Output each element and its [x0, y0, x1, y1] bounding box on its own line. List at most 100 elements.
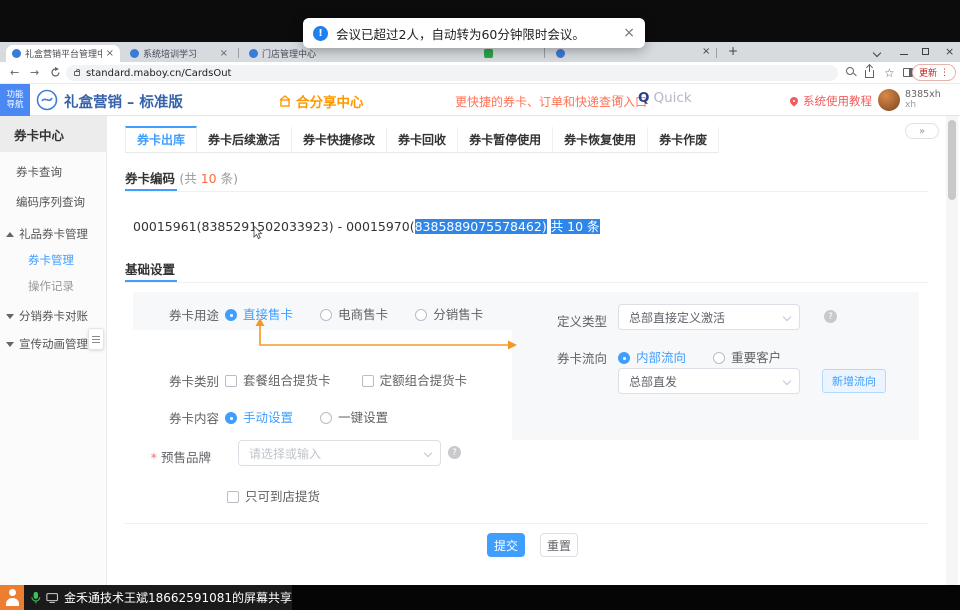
tab-card-outbound[interactable]: 券卡出库: [125, 126, 197, 152]
meeting-toast: 会议已超过2人，自动转为60分钟限时会议。 ×: [303, 18, 645, 48]
lock-icon: [74, 71, 80, 76]
sidebar-collapse-handle[interactable]: [88, 328, 104, 350]
define-type-label: 定义类型: [521, 311, 607, 330]
required-asterisk: *: [151, 450, 157, 465]
tutorial-link[interactable]: 系统使用教程: [790, 93, 872, 109]
sidebar-item-code-sequence-query[interactable]: 编码序列查询: [0, 188, 107, 216]
person-icon[interactable]: [0, 585, 24, 610]
forward-icon[interactable]: →: [30, 66, 39, 79]
window-close-icon[interactable]: ×: [945, 45, 954, 58]
maximize-icon[interactable]: [922, 48, 929, 55]
url-text: standard.maboy.cn/CardsOut: [86, 68, 231, 79]
share-status-strip: 金禾通技术王斌18662591081的屏幕共享: [24, 585, 292, 610]
card-codes-section-title: 券卡编码 (共 10 条): [125, 168, 238, 187]
screen-share-icon: [46, 592, 58, 604]
checkbox-combo-pickup-card[interactable]: [225, 375, 237, 387]
tab-close-icon[interactable]: ×: [106, 49, 114, 59]
menu-icon: [92, 336, 100, 337]
more-menu-icon: ⋮: [940, 68, 949, 78]
collapse-arrow-icon: [6, 314, 14, 319]
tab-separator: [544, 48, 545, 58]
radio-internal-flow[interactable]: [618, 352, 630, 364]
browser-tab-training[interactable]: 系统培训学习 ×: [124, 45, 234, 62]
browser-update-button[interactable]: 更新 ⋮: [912, 64, 956, 81]
scrollbar-thumb[interactable]: [948, 120, 956, 200]
sidebar-group-distribution-reconciliation[interactable]: 分销券卡对账: [0, 302, 107, 330]
tab-card-restore[interactable]: 券卡恢复使用: [553, 126, 648, 152]
card-flow-label: 券卡流向: [521, 348, 607, 367]
tab-separator: [716, 48, 717, 58]
checkbox-store-pickup-only[interactable]: [227, 491, 239, 503]
tab-card-suspend[interactable]: 券卡暂停使用: [458, 126, 553, 152]
sidebar-item-card-query[interactable]: 券卡查询: [0, 158, 107, 186]
sidebar-item-card-management[interactable]: 券卡管理: [0, 246, 107, 274]
tab-close-icon[interactable]: ×: [220, 49, 228, 59]
screen-share-bar: 金禾通技术王斌18662591081的屏幕共享: [0, 585, 960, 610]
card-code-range: 00015961(8385291502033923) - 00015970(83…: [133, 216, 600, 235]
help-icon[interactable]: [448, 446, 461, 459]
tab-search-icon[interactable]: [874, 50, 880, 56]
minimize-icon[interactable]: [900, 54, 908, 55]
sidebar-title: 券卡中心: [0, 116, 106, 152]
mouse-cursor-icon: [253, 226, 263, 240]
address-bar[interactable]: standard.maboy.cn/CardsOut: [66, 65, 838, 81]
content-area: 券卡中心 券卡查询 编码序列查询 礼品券卡管理 券卡管理 操作记录: [0, 116, 960, 585]
basic-settings-title: 基础设置: [125, 259, 175, 278]
expand-arrow-icon: [6, 232, 14, 237]
tab-card-quick-edit[interactable]: 券卡快捷修改: [292, 126, 387, 152]
browser-toolbar: ← → standard.maboy.cn/CardsOut ☆ 更新 ⋮: [0, 62, 960, 84]
toast-close-icon[interactable]: ×: [623, 25, 635, 41]
radio-direct-sale[interactable]: [225, 309, 237, 321]
codes-count: 10: [201, 171, 217, 186]
tab-card-recycle[interactable]: 券卡回收: [387, 126, 458, 152]
sidebar-item-operation-log[interactable]: 操作记录: [0, 272, 107, 300]
radio-manual-setup[interactable]: [225, 412, 237, 424]
reload-icon[interactable]: [50, 67, 61, 78]
new-tab-button[interactable]: +: [728, 44, 738, 58]
function-nav-toggle[interactable]: 功能 导航: [0, 84, 30, 116]
bookmark-star-icon[interactable]: ☆: [884, 66, 895, 80]
divider: [125, 523, 928, 524]
chevron-down-icon: [783, 313, 791, 321]
quick-q-icon: Q: [638, 90, 649, 106]
radio-one-click-setup[interactable]: [320, 412, 332, 424]
sidebar-group-gift-card-management[interactable]: 礼品券卡管理: [0, 220, 107, 248]
toast-message: 会议已超过2人，自动转为60分钟限时会议。: [336, 24, 585, 43]
presale-brand-select[interactable]: 请选择或输入: [238, 440, 441, 466]
tab-card-void[interactable]: 券卡作废: [648, 126, 719, 152]
presale-brand-label: * 预售品牌: [125, 447, 211, 466]
card-content-options: 手动设置 一键设置: [225, 407, 388, 426]
tab-close-icon[interactable]: ×: [702, 46, 710, 57]
pointing-finger-icon: ☞: [612, 91, 625, 107]
chevron-down-icon: [783, 377, 791, 385]
define-type-select[interactable]: 总部直接定义激活: [618, 304, 800, 330]
annotation-arrow-icon: [252, 318, 518, 352]
quick-search[interactable]: QQuick: [638, 90, 692, 106]
radio-key-customer[interactable]: [713, 352, 725, 364]
favicon-icon: [556, 49, 565, 58]
card-action-tabs: 券卡出库 券卡后续激活 券卡快捷修改 券卡回收 券卡暂停使用 券卡恢复使用 券卡…: [125, 126, 719, 153]
favicon-icon: [484, 49, 493, 58]
meeting-screen-share: 礼盒营销平台管理中心 × 系统培训学习 × 门店管理中心 × +: [0, 0, 960, 610]
zoom-icon[interactable]: [846, 67, 858, 79]
sidebar: 券卡中心 券卡查询 编码序列查询 礼品券卡管理 券卡管理 操作记录: [0, 116, 107, 585]
share-center-link[interactable]: 合分享中心: [278, 91, 364, 111]
reset-button[interactable]: 重置: [540, 533, 578, 557]
tab-card-followup-activation[interactable]: 券卡后续激活: [197, 126, 292, 152]
divider: [125, 282, 928, 283]
checkbox-fixed-combo-pickup-card[interactable]: [362, 375, 374, 387]
browser-tab-gift-admin[interactable]: 礼盒营销平台管理中心 ×: [6, 45, 120, 62]
app-title: 礼盒营销 – 标准版: [64, 91, 183, 112]
share-icon[interactable]: [865, 67, 877, 79]
user-avatar[interactable]: [878, 89, 900, 111]
app-logo-icon: [36, 89, 58, 111]
panel-collapse-button[interactable]: »: [905, 123, 939, 139]
submit-button[interactable]: 提交: [487, 533, 525, 557]
selected-count-badge: 共 10 条: [551, 219, 600, 234]
add-flow-button[interactable]: 新增流向: [822, 369, 886, 393]
back-icon[interactable]: ←: [10, 66, 19, 79]
flow-select[interactable]: 总部直发: [618, 368, 800, 394]
main-panel: 券卡出库 券卡后续激活 券卡快捷修改 券卡回收 券卡暂停使用 券卡恢复使用 券卡…: [107, 116, 946, 585]
help-icon[interactable]: [824, 310, 837, 323]
tab-separator: [238, 48, 239, 58]
